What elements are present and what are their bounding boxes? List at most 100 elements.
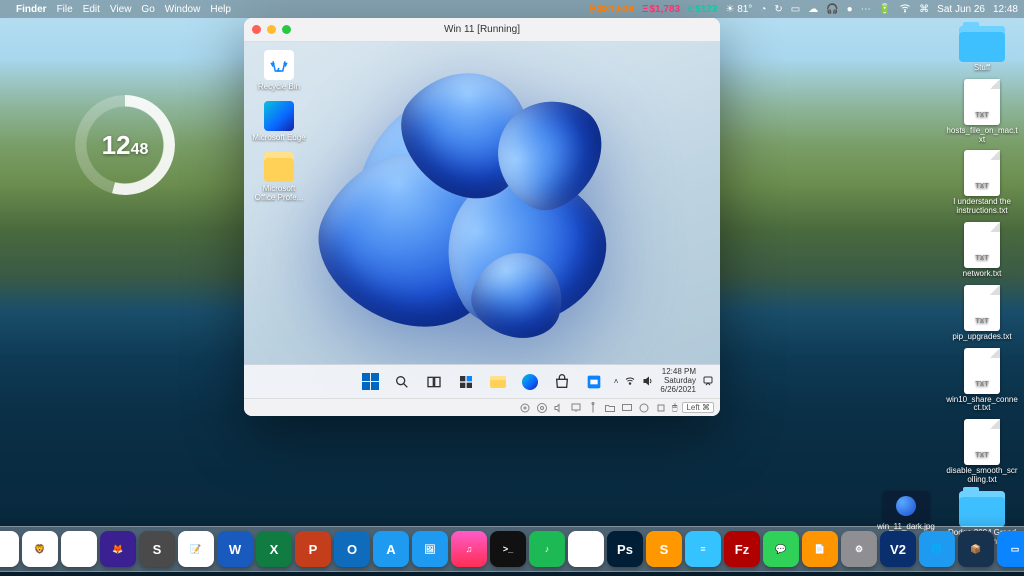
txt-file-icon (964, 222, 1000, 268)
window-minimize-button[interactable] (267, 25, 276, 34)
vm-status-usb-icon[interactable] (587, 402, 599, 414)
desktop-file-network[interactable]: network.txt (946, 222, 1018, 279)
dock-notes[interactable]: 📝 (178, 531, 214, 567)
desktop-clock-widget: 1248 (75, 95, 175, 195)
menubar-cloud-icon[interactable]: ☁ (808, 4, 818, 15)
taskbar-start-button[interactable] (357, 369, 383, 395)
vm-status-audio-icon[interactable] (553, 402, 565, 414)
dock-settings[interactable]: ⚙ (841, 531, 877, 567)
menu-file[interactable]: File (57, 4, 73, 15)
dock-pages[interactable]: 📄 (802, 531, 838, 567)
vm-statusbar: 🖱 Left ⌘ (244, 398, 720, 416)
menubar-display-icon[interactable]: ▭ (791, 4, 800, 15)
dock-outlook[interactable]: O (334, 531, 370, 567)
desktop-file-win10share[interactable]: win10_share_connect.txt (946, 348, 1018, 414)
vm-status-display-icon[interactable] (621, 402, 633, 414)
desktop-file-disable-scroll[interactable]: disable_smooth_scrolling.txt (946, 419, 1018, 485)
menubar-sync-icon[interactable]: ↻ (774, 4, 782, 15)
ticker-ltc[interactable]: Ł $123 (688, 4, 717, 15)
win-desktop-edge[interactable]: Microsoft Edge (252, 101, 306, 142)
dock-vnc[interactable]: V2 (880, 531, 916, 567)
dock-chrome[interactable]: ◉ (61, 531, 97, 567)
taskbar-widgets-button[interactable] (453, 369, 479, 395)
dock-music[interactable]: ♫ (451, 531, 487, 567)
menubar-weather-icon[interactable]: ☀︎ 81° (725, 4, 752, 15)
taskbar-search-button[interactable] (389, 369, 415, 395)
virtualbox-window[interactable]: Win 11 [Running] Recycle Bin Microsoft E… (244, 18, 720, 416)
window-close-button[interactable] (252, 25, 261, 34)
taskbar-mail-button[interactable] (581, 369, 607, 395)
menubar-time[interactable]: 12:48 (993, 4, 1018, 15)
dock-globe[interactable]: 🌐 (919, 531, 955, 567)
dock-excel[interactable]: X (256, 531, 292, 567)
dock-stack[interactable]: ≡ (685, 531, 721, 567)
dock-photoshop[interactable]: Ps (607, 531, 643, 567)
vm-status-disk-icon[interactable] (519, 402, 531, 414)
dock-filezilla[interactable]: Fz (724, 531, 760, 567)
menu-edit[interactable]: Edit (83, 4, 100, 15)
menubar-battery-icon[interactable]: 🔋 (879, 4, 891, 15)
vm-status-cpu-icon[interactable] (655, 402, 667, 414)
dock-powerpoint[interactable]: P (295, 531, 331, 567)
txt-file-icon (964, 150, 1000, 196)
desktop-folder-stuff[interactable]: Stuff (946, 26, 1018, 73)
dock-messages[interactable]: 💬 (763, 531, 799, 567)
txt-file-icon (964, 348, 1000, 394)
vm-status-optical-icon[interactable] (536, 402, 548, 414)
vm-status-mouse-icon[interactable]: 🖱 (672, 402, 677, 413)
dock-firefox[interactable]: 🦊 (100, 531, 136, 567)
menu-go[interactable]: Go (141, 4, 154, 15)
taskbar-store-button[interactable] (549, 369, 575, 395)
dock-slack[interactable]: ✱ (568, 531, 604, 567)
vm-status-shared-folders-icon[interactable] (604, 402, 616, 414)
desktop-file-instructions[interactable]: I understand the instructions.txt (946, 150, 1018, 216)
mac-menubar: Finder File Edit View Go Window Help ₿ $… (0, 0, 1024, 18)
tray-network-icon[interactable] (624, 375, 636, 387)
menu-window[interactable]: Window (165, 4, 201, 15)
desktop-file-hosts[interactable]: hosts_file_on_mac.txt (946, 79, 1018, 145)
dock-brave[interactable]: 🦁 (22, 531, 58, 567)
menubar-date[interactable]: Sat Jun 26 (937, 4, 985, 15)
tray-notifications-icon[interactable] (702, 375, 714, 387)
dock-sublime[interactable]: S (139, 531, 175, 567)
menubar-headphones-icon[interactable]: 🎧 (826, 4, 838, 15)
win-desktop-recycle-bin[interactable]: Recycle Bin (252, 50, 306, 91)
taskbar-edge-button[interactable] (517, 369, 543, 395)
menubar-more-icon[interactable]: ⋯ (861, 4, 871, 15)
vm-guest-screen[interactable]: Recycle Bin Microsoft Edge Microsoft Off… (244, 42, 720, 398)
folder-icon (959, 26, 1005, 62)
menubar-control-center-icon[interactable]: ⌘ (919, 4, 929, 15)
dock-monitor[interactable]: ▭ (997, 531, 1024, 567)
vm-status-recording-icon[interactable] (638, 402, 650, 414)
win-desktop-office[interactable]: Microsoft Office Profe... (252, 152, 306, 202)
window-maximize-button[interactable] (282, 25, 291, 34)
menubar-timer-icon[interactable]: ◔ (760, 4, 766, 15)
dock-sublime2[interactable]: S (646, 531, 682, 567)
ticker-btc[interactable]: ₿ $31,536 (589, 4, 634, 15)
dock-appstore[interactable]: A (373, 531, 409, 567)
txt-file-icon (964, 285, 1000, 331)
tray-clock[interactable]: 12:48 PM Saturday 6/26/2021 (660, 368, 696, 394)
menu-help[interactable]: Help (210, 4, 231, 15)
taskbar-explorer-button[interactable] (485, 369, 511, 395)
ticker-eth[interactable]: Ξ $1,783 (642, 4, 680, 15)
menubar-dot-icon[interactable]: ● (847, 4, 853, 15)
dock-preview[interactable]: 🖼 (412, 531, 448, 567)
mac-desktop-icons: Stuff hosts_file_on_mac.txt I understand… (868, 26, 1018, 546)
vm-titlebar[interactable]: Win 11 [Running] (244, 18, 720, 42)
dock-spotify[interactable]: ♪ (529, 531, 565, 567)
taskbar-taskview-button[interactable] (421, 369, 447, 395)
app-name-menu[interactable]: Finder (16, 4, 47, 15)
menu-view[interactable]: View (110, 4, 132, 15)
dock-virtualbox[interactable]: 📦 (958, 531, 994, 567)
vm-status-network-icon[interactable] (570, 402, 582, 414)
tray-chevron-up-icon[interactable]: ˄ (614, 377, 619, 386)
tray-volume-icon[interactable] (642, 375, 654, 387)
menubar-wifi-icon[interactable] (899, 2, 911, 17)
dock-word[interactable]: W (217, 531, 253, 567)
image-file-icon (883, 491, 929, 521)
dock-calendar[interactable]: 26 (0, 531, 19, 567)
desktop-file-pip[interactable]: pip_upgrades.txt (946, 285, 1018, 342)
dock-terminal[interactable]: >_ (490, 531, 526, 567)
vm-hostkey-indicator[interactable]: Left ⌘ (682, 402, 714, 413)
